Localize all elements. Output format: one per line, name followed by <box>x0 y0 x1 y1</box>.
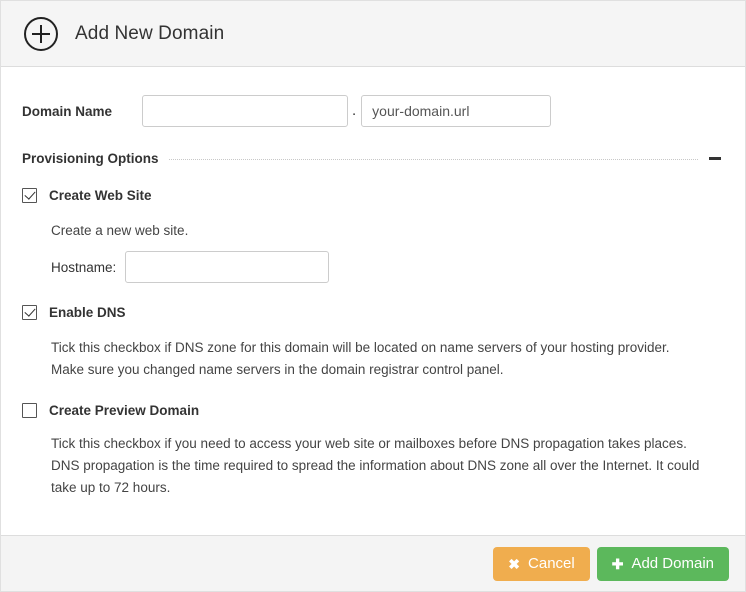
add-new-domain-panel: Add New Domain Domain Name . Provisionin… <box>0 0 746 592</box>
add-domain-button[interactable]: ✚ Add Domain <box>596 546 729 581</box>
plus-circle-icon <box>21 14 61 54</box>
plus-icon: ✚ <box>611 555 624 572</box>
option-create-web-site: Create Web Site Create a new web site. H… <box>17 188 729 283</box>
cancel-button-label: Cancel <box>528 555 575 572</box>
enable-dns-label: Enable DNS <box>49 305 126 320</box>
domain-name-input[interactable] <box>142 95 348 127</box>
create-preview-domain-label: Create Preview Domain <box>49 403 200 418</box>
domain-separator-dot: . <box>352 102 357 119</box>
panel-header: Add New Domain <box>1 1 745 67</box>
panel-body: Domain Name . Provisioning Options Creat… <box>1 67 745 535</box>
section-divider <box>168 159 698 160</box>
create-preview-domain-description: Tick this checkbox if you need to access… <box>51 436 700 495</box>
option-enable-dns: Enable DNS Tick this checkbox if DNS zon… <box>17 305 729 381</box>
domain-suffix-input[interactable] <box>361 95 552 127</box>
create-web-site-description: Create a new web site. <box>51 223 189 238</box>
domain-name-label: Domain Name <box>22 103 113 119</box>
add-domain-button-label: Add Domain <box>631 555 714 572</box>
create-web-site-checkbox-row[interactable]: Create Web Site <box>22 188 729 203</box>
cancel-button[interactable]: ✖ Cancel <box>493 546 590 581</box>
page-title: Add New Domain <box>75 22 225 44</box>
provisioning-options-header: Provisioning Options <box>17 150 729 166</box>
enable-dns-checkbox[interactable] <box>22 305 37 320</box>
create-preview-domain-checkbox[interactable] <box>22 403 37 418</box>
enable-dns-description: Tick this checkbox if DNS zone for this … <box>51 340 670 377</box>
create-web-site-label: Create Web Site <box>49 188 152 203</box>
hostname-input[interactable] <box>125 251 330 283</box>
close-icon: ✖ <box>508 555 521 572</box>
option-create-preview-domain: Create Preview Domain Tick this checkbox… <box>17 403 729 499</box>
domain-name-row: Domain Name . <box>17 95 729 127</box>
create-preview-domain-checkbox-row[interactable]: Create Preview Domain <box>22 403 729 418</box>
enable-dns-checkbox-row[interactable]: Enable DNS <box>22 305 729 320</box>
create-web-site-checkbox[interactable] <box>22 188 37 203</box>
panel-footer: ✖ Cancel ✚ Add Domain <box>1 535 745 591</box>
hostname-row: Hostname: <box>22 251 729 283</box>
hostname-label: Hostname: <box>51 259 117 275</box>
provisioning-options-title: Provisioning Options <box>22 150 159 166</box>
minus-icon[interactable] <box>708 150 724 166</box>
